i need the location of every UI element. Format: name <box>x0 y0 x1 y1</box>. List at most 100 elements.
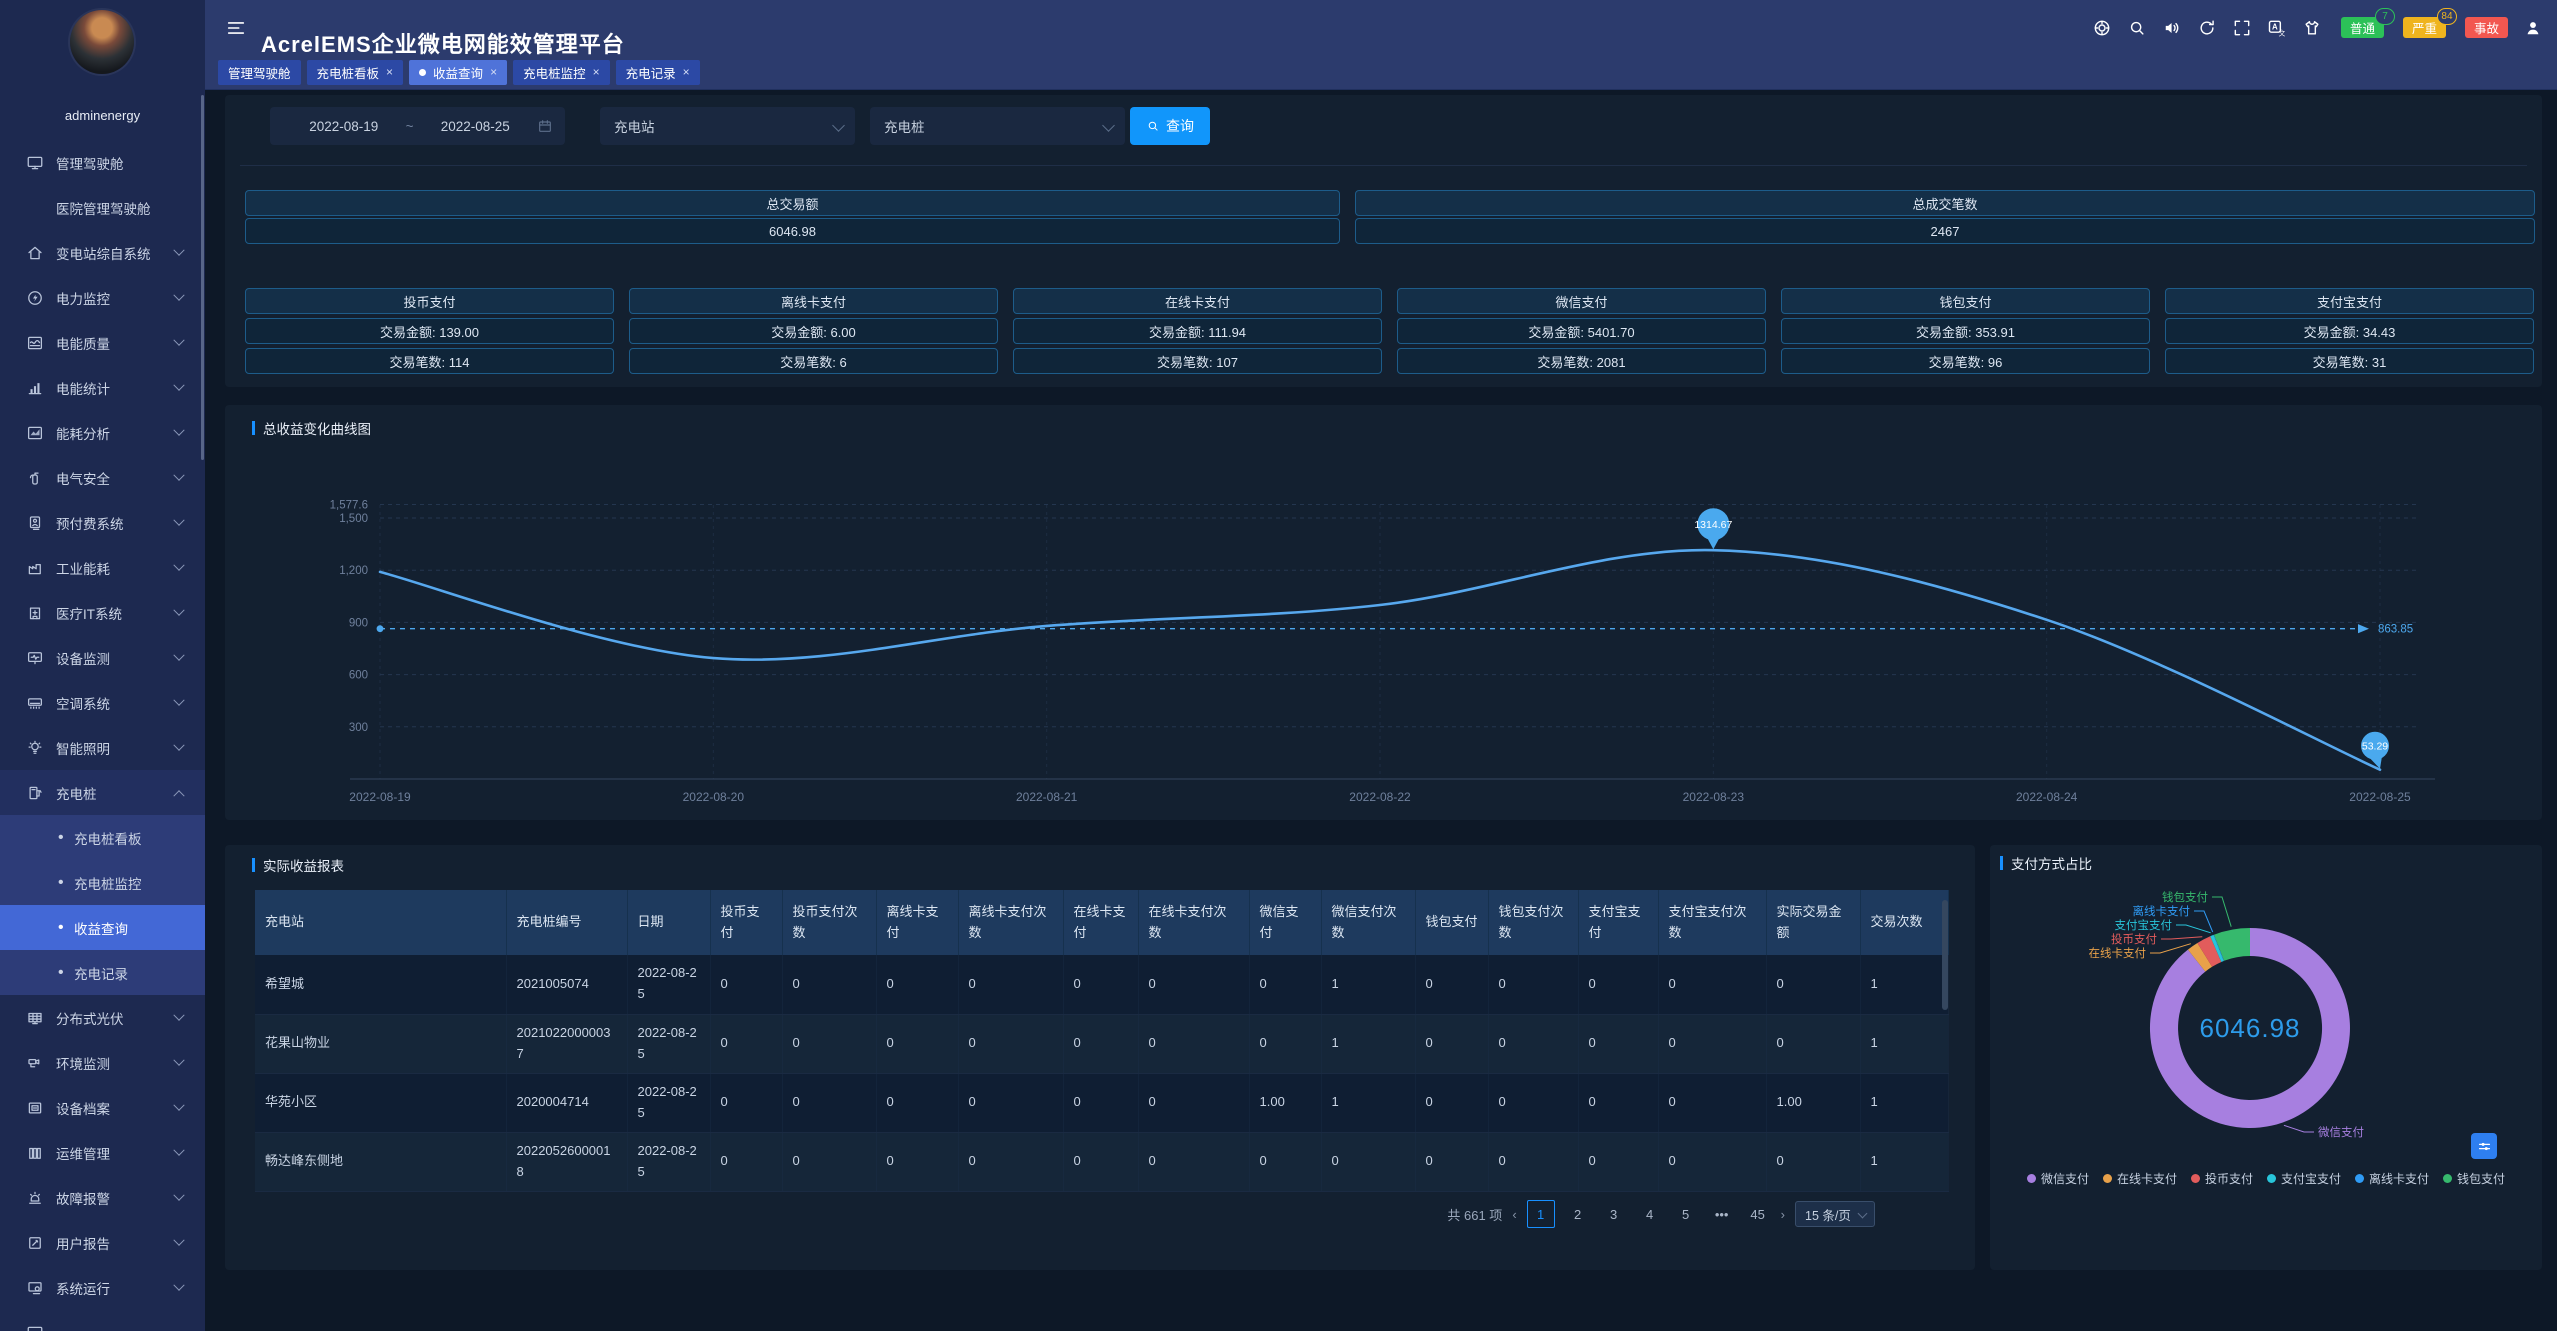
page-button-45[interactable]: 45 <box>1745 1201 1771 1227</box>
tab-label: 收益查询 <box>433 63 483 82</box>
user-icon[interactable] <box>2523 18 2543 38</box>
page-button-2[interactable]: 2 <box>1565 1201 1591 1227</box>
table-row: 华苑小区20200047142022-08-250000001.00100001… <box>255 1073 1948 1132</box>
sidebar-item-18[interactable]: •充电记录 <box>0 950 205 995</box>
alarm-chip-1[interactable]: 严重84 <box>2403 17 2446 38</box>
column-header[interactable]: 投币支付次数 <box>782 890 876 955</box>
sidebar-item-12[interactable]: 空调系统 <box>0 680 205 725</box>
sidebar-item-21[interactable]: 设备档案 <box>0 1085 205 1130</box>
sidebar-item-10[interactable]: 医疗IT系统 <box>0 590 205 635</box>
legend-item-0[interactable]: 微信支付 <box>2027 1170 2089 1187</box>
sidebar-item-26[interactable] <box>0 1310 205 1331</box>
column-header[interactable]: 离线卡支付 <box>876 890 958 955</box>
column-header[interactable]: 支付宝支付次数 <box>1658 890 1766 955</box>
refresh-icon[interactable] <box>2197 18 2217 38</box>
column-header[interactable]: 充电桩编号 <box>506 890 627 955</box>
fullscreen-icon[interactable] <box>2232 18 2252 38</box>
query-button[interactable]: 查询 <box>1130 107 1210 145</box>
sidebar-item-25[interactable]: 系统运行 <box>0 1265 205 1310</box>
sidebar-item-17-active[interactable]: •收益查询 <box>0 905 205 950</box>
avatar[interactable] <box>70 10 134 74</box>
legend-item-5[interactable]: 钱包支付 <box>2443 1170 2505 1187</box>
tab-4[interactable]: 充电记录× <box>616 60 700 85</box>
column-header[interactable]: 充电站 <box>255 890 506 955</box>
page-button-1[interactable]: 1 <box>1527 1200 1555 1228</box>
alarm-chip-0[interactable]: 普通7 <box>2341 17 2384 38</box>
tab-1[interactable]: 充电桩看板× <box>307 60 404 85</box>
legend-item-3[interactable]: 支付宝支付 <box>2267 1170 2341 1187</box>
sidebar-item-5[interactable]: 电能统计 <box>0 365 205 410</box>
sidebar-item-7[interactable]: 电气安全 <box>0 455 205 500</box>
sidebar-item-22[interactable]: 运维管理 <box>0 1130 205 1175</box>
volume-icon[interactable] <box>2162 18 2182 38</box>
sidebar-item-16[interactable]: •充电桩监控 <box>0 860 205 905</box>
bullet-icon: • <box>58 875 64 891</box>
close-icon[interactable]: × <box>683 66 690 78</box>
sidebar-item-14[interactable]: 充电桩 <box>0 770 205 815</box>
sidebar-item-13[interactable]: 智能照明 <box>0 725 205 770</box>
chart-settings-button[interactable] <box>2471 1133 2497 1159</box>
payment-card-title: 钱包支付 <box>1781 288 2150 314</box>
sidebar-item-8[interactable]: 预付费系统 <box>0 500 205 545</box>
tab-3[interactable]: 充电桩监控× <box>513 60 610 85</box>
theme-icon[interactable] <box>2302 18 2322 38</box>
column-header[interactable]: 离线卡支付次数 <box>958 890 1063 955</box>
bars-icon <box>26 379 44 397</box>
table-scrollbar[interactable] <box>1942 900 1948 1010</box>
column-header[interactable]: 微信支付 <box>1249 890 1321 955</box>
pile-select[interactable]: 充电桩 <box>870 107 1125 145</box>
tab-0[interactable]: 管理驾驶舱 <box>218 60 301 85</box>
alarm-chip-2[interactable]: 事故 <box>2465 17 2508 38</box>
legend-item-1[interactable]: 在线卡支付 <box>2103 1170 2177 1187</box>
sidebar-item-9[interactable]: 工业能耗 <box>0 545 205 590</box>
page-size-select[interactable]: 15 条/页 <box>1795 1201 1875 1227</box>
monitor-icon <box>26 1324 44 1331</box>
sidebar-item-0[interactable]: 管理驾驶舱 <box>0 140 205 185</box>
close-icon[interactable]: × <box>490 66 497 78</box>
table-cell: 0 <box>782 1014 876 1073</box>
menu-toggle-icon[interactable] <box>225 17 247 39</box>
column-header[interactable]: 钱包支付次数 <box>1488 890 1578 955</box>
column-header[interactable]: 投币支付 <box>710 890 782 955</box>
legend-item-4[interactable]: 离线卡支付 <box>2355 1170 2429 1187</box>
page-button-5[interactable]: 5 <box>1673 1201 1699 1227</box>
sidebar-item-20[interactable]: 环境监测 <box>0 1040 205 1085</box>
column-header[interactable]: 日期 <box>627 890 710 955</box>
sidebar-item-4[interactable]: 电能质量 <box>0 320 205 365</box>
sidebar-item-6[interactable]: 能耗分析 <box>0 410 205 455</box>
tab-2[interactable]: 收益查询 × <box>409 60 507 85</box>
sidebar-item-1[interactable]: 医院管理驾驶舱 <box>0 185 205 230</box>
next-page-button[interactable]: › <box>1781 1207 1785 1222</box>
close-icon[interactable]: × <box>593 66 600 78</box>
sidebar-item-24[interactable]: 用户报告 <box>0 1220 205 1265</box>
help-icon[interactable] <box>2092 18 2112 38</box>
close-icon[interactable]: × <box>386 66 393 78</box>
prev-page-button[interactable]: ‹ <box>1512 1207 1516 1222</box>
sidebar-item-23[interactable]: 故障报警 <box>0 1175 205 1220</box>
column-header[interactable]: 微信支付次数 <box>1321 890 1415 955</box>
column-header[interactable]: 支付宝支付 <box>1578 890 1658 955</box>
sidebar: adminenergy 管理驾驶舱医院管理驾驶舱变电站综自系统电力监控电能质量电… <box>0 0 205 1331</box>
sidebar-item-11[interactable]: 设备监测 <box>0 635 205 680</box>
column-header[interactable]: 在线卡支付 <box>1063 890 1138 955</box>
sidebar-scrollbar[interactable] <box>201 95 204 460</box>
page-button-4[interactable]: 4 <box>1637 1201 1663 1227</box>
legend-item-2[interactable]: 投币支付 <box>2191 1170 2253 1187</box>
column-header[interactable]: 钱包支付 <box>1415 890 1488 955</box>
chevron-down-icon <box>173 1009 184 1020</box>
column-header[interactable]: 交易次数 <box>1860 890 1948 955</box>
search-icon[interactable] <box>2127 18 2147 38</box>
page-button-3[interactable]: 3 <box>1601 1201 1627 1227</box>
date-range-input[interactable]: 2022-08-19 ~ 2022-08-25 <box>270 107 565 145</box>
column-header[interactable]: 在线卡支付次数 <box>1138 890 1249 955</box>
station-select[interactable]: 充电站 <box>600 107 855 145</box>
date-end[interactable]: 2022-08-25 <box>413 119 537 134</box>
sidebar-item-15[interactable]: •充电桩看板 <box>0 815 205 860</box>
column-header[interactable]: 实际交易金额 <box>1766 890 1860 955</box>
translate-icon[interactable]: A文 <box>2267 18 2287 38</box>
sidebar-item-3[interactable]: 电力监控 <box>0 275 205 320</box>
payment-card-title: 在线卡支付 <box>1013 288 1382 314</box>
sidebar-item-19[interactable]: 分布式光伏 <box>0 995 205 1040</box>
date-start[interactable]: 2022-08-19 <box>282 119 406 134</box>
sidebar-item-2[interactable]: 变电站综自系统 <box>0 230 205 275</box>
